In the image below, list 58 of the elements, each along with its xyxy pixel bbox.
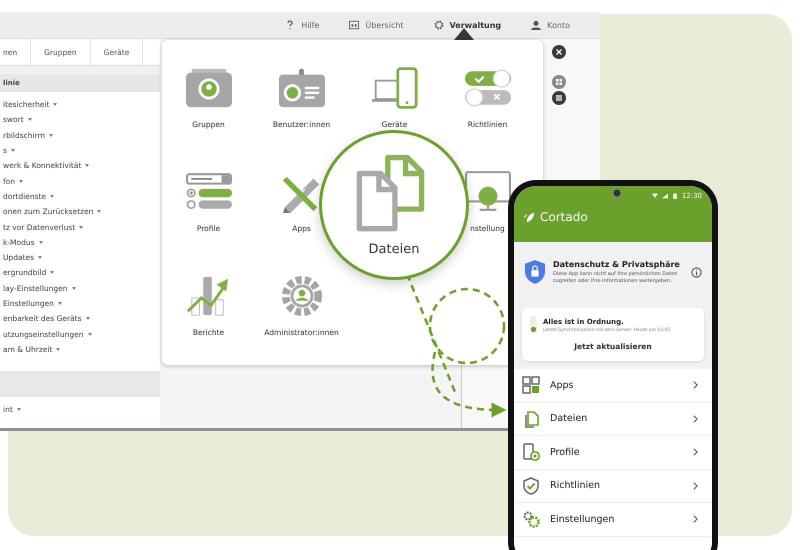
nav-item[interactable]: Konto [531, 20, 570, 30]
folder-people-icon [186, 67, 232, 109]
caret-icon [72, 286, 76, 290]
close-icon[interactable] [552, 45, 566, 59]
nav-item[interactable]: Hilfe [285, 20, 320, 30]
caret-icon [50, 194, 54, 198]
caret-icon [38, 256, 42, 260]
toggle-switches-icon [464, 67, 510, 109]
gears-icon [522, 510, 540, 528]
caret-icon [79, 226, 84, 229]
magnifier-label: Dateien [368, 242, 420, 256]
menu-row[interactable]: Apps [514, 369, 712, 402]
gear-icon [434, 20, 444, 30]
menu-row[interactable]: Richtlinien [514, 470, 712, 503]
chevron-icon [693, 482, 698, 490]
wifi-icon [652, 193, 658, 199]
caret-icon [50, 271, 54, 274]
nav-item[interactable]: Verwaltung [434, 20, 502, 30]
phone-gear-icon [522, 443, 540, 462]
list-icon[interactable] [552, 91, 566, 105]
status-light-icon [530, 316, 537, 334]
caret-icon [86, 317, 90, 320]
caret-icon [38, 240, 43, 244]
chevron-icon [693, 515, 698, 524]
id-badge-icon [278, 67, 324, 109]
chevron-icon [693, 381, 698, 390]
app-title: Cortado [540, 210, 588, 224]
chevron-icon [693, 448, 698, 456]
caret-icon [53, 103, 58, 106]
camera-icon [612, 188, 622, 198]
pointer-triangle [454, 28, 474, 40]
dashboard-icon [349, 20, 360, 30]
nav-item[interactable]: Übersicht [349, 20, 404, 30]
laptop-phone-icon [372, 67, 418, 109]
caret-icon [85, 164, 90, 168]
shield-lock-icon [524, 259, 546, 285]
card-title: Datenschutz & Privatsphäre [553, 260, 681, 269]
shield-check-icon [522, 476, 540, 495]
caret-icon [88, 332, 92, 336]
leaf-icon [524, 212, 535, 222]
caret-icon [16, 408, 21, 412]
caret-icon [28, 118, 32, 122]
menu-row[interactable]: Dateien [514, 402, 712, 436]
caret-icon [58, 302, 62, 305]
menu-row[interactable]: Einstellungen [514, 503, 712, 536]
apps-grid-icon [522, 376, 540, 394]
user-icon [531, 20, 542, 30]
battery-icon [672, 193, 678, 199]
help-icon [285, 20, 296, 30]
caret-icon [10, 149, 15, 152]
info-icon[interactable] [691, 266, 702, 278]
caret-icon [97, 210, 102, 214]
caret-icon [56, 348, 60, 351]
caret-icon [18, 180, 23, 183]
caret-icon [48, 134, 53, 137]
menu-row[interactable]: Profile [514, 436, 712, 470]
signal-icon [662, 193, 668, 199]
chevron-icon [693, 414, 698, 423]
